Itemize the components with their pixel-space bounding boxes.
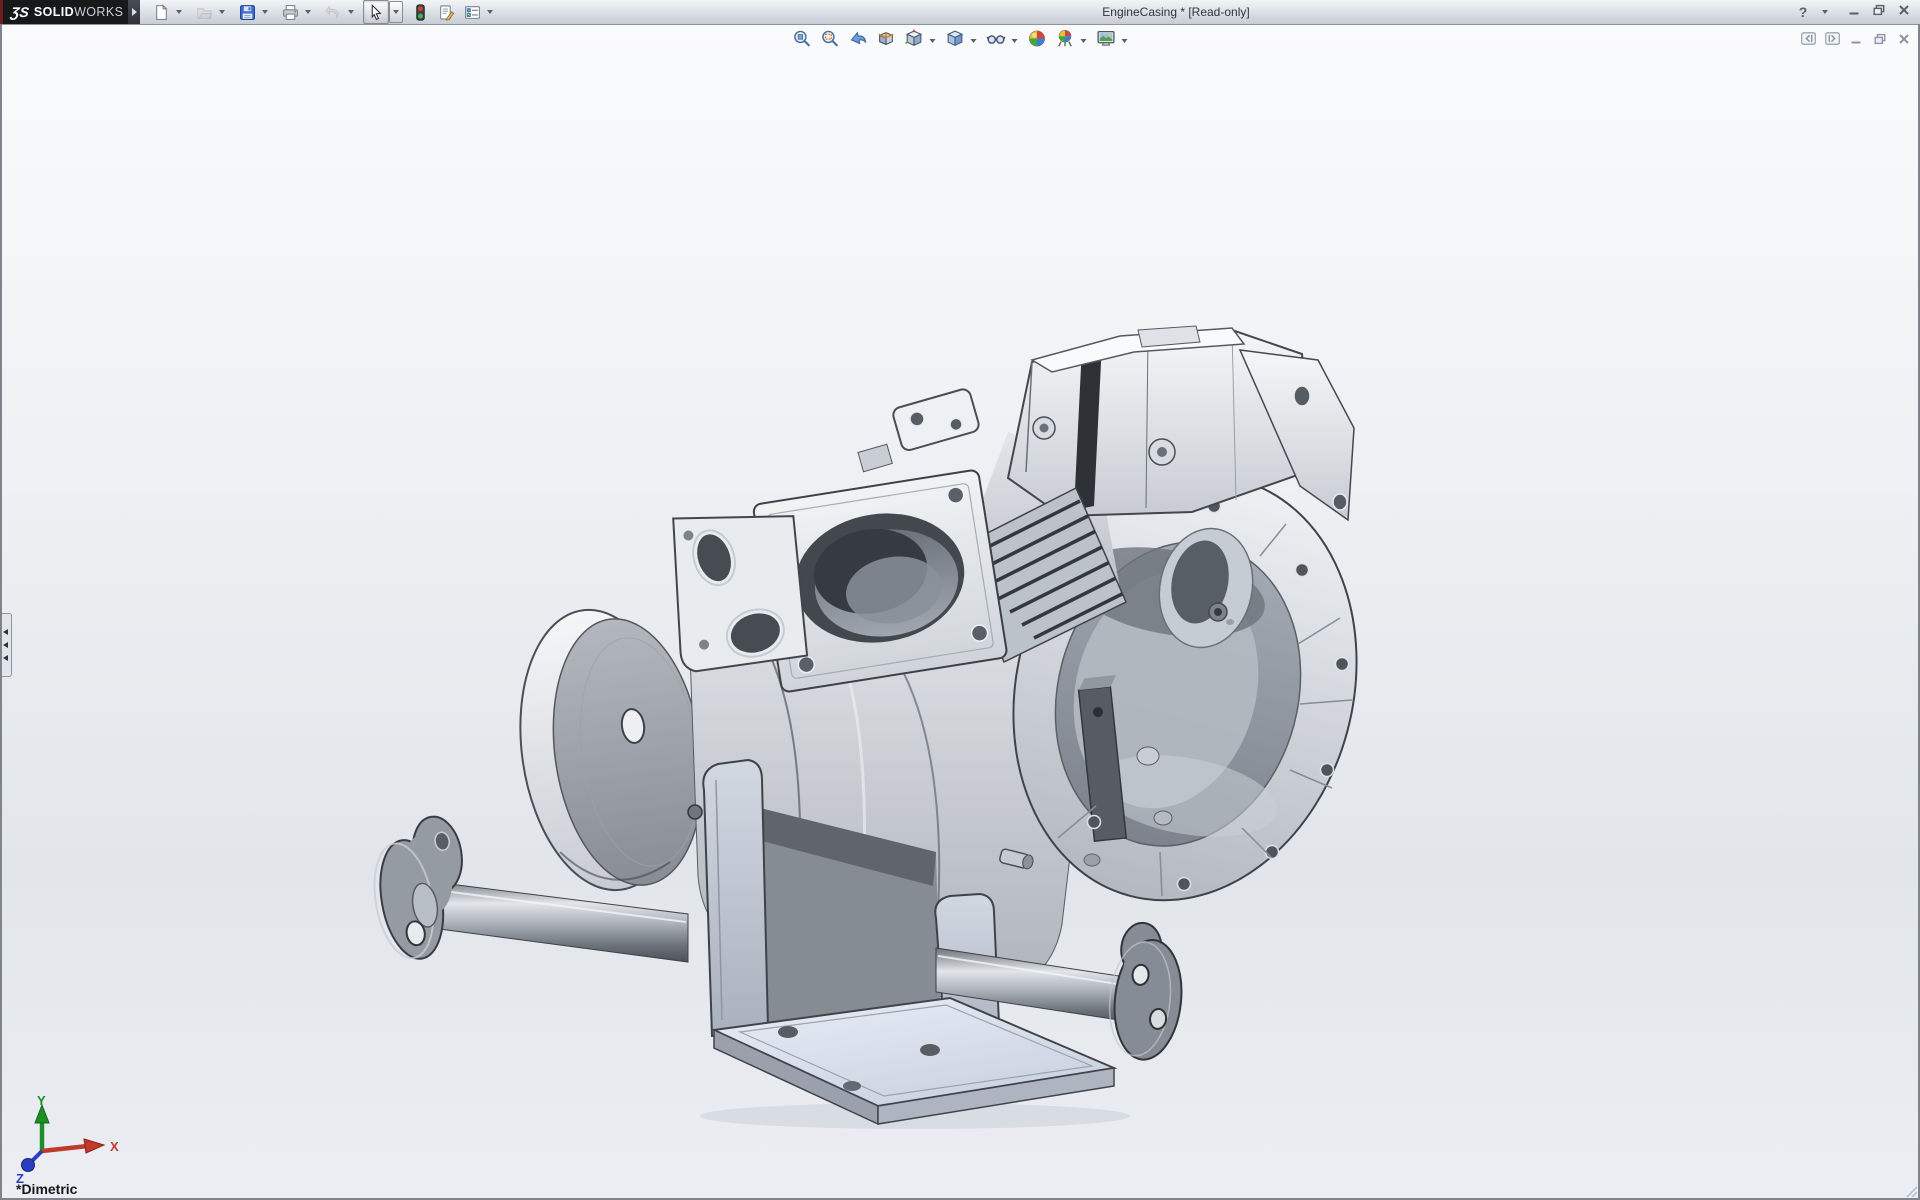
doc-minimize-button[interactable] [1848,31,1864,51]
close-window-icon [1897,3,1911,21]
previous-view-icon [848,29,867,53]
hide-show-items-icon [986,29,1005,53]
solidworks-window: ƷS SOLID WORKS EngineCasing * [Read-only… [0,0,1920,1200]
view-orientation-dropdown[interactable] [928,31,938,51]
new-document-icon [153,4,170,21]
triad-x-label: X [110,1139,119,1154]
rebuild-icon [412,4,429,21]
headsup-toolbar [788,28,1133,54]
options-button[interactable] [459,0,485,24]
edit-appearance-button[interactable] [1023,28,1051,54]
print-dropdown[interactable] [303,2,313,22]
model-bolt-head[interactable] [688,805,702,819]
graphics-viewport[interactable]: Y X Z *Dimetric [0,25,1920,1200]
save-icon [239,4,256,21]
engine-casing-model[interactable] [0,25,1920,1200]
apply-scene-button[interactable] [1051,28,1079,54]
undo-icon [325,4,342,21]
new-document-button[interactable] [148,0,174,24]
undo-dropdown[interactable] [346,2,356,22]
document-controls [1800,31,1912,51]
doc-restore-button[interactable] [1872,31,1888,51]
previous-view-button[interactable] [844,28,872,54]
open-document-button[interactable] [191,0,217,24]
zoom-to-area-icon [820,29,839,53]
window-border-left [0,24,2,1200]
collapse-arrow-icon [3,642,8,648]
help-menu-icon: ? [1799,4,1808,20]
brand-name-bold: SOLID [34,5,74,19]
view-orientation-button[interactable] [900,28,928,54]
section-view-button[interactable] [872,28,900,54]
view-orientation-icon [904,29,923,53]
view-settings-dropdown[interactable] [1120,31,1130,51]
brand-name-light: WORKS [74,5,123,19]
help-menu-dropdown[interactable] [1820,2,1830,22]
file-properties-icon [438,4,455,21]
help-menu-button[interactable]: ? [1795,2,1811,22]
model-upper-bracket[interactable] [849,388,983,472]
menu-expand-arrow-icon[interactable] [128,0,140,24]
display-style-button[interactable] [941,28,969,54]
zoom-to-fit-icon [792,29,811,53]
zoom-to-area-button[interactable] [816,28,844,54]
display-style-dropdown[interactable] [969,31,979,51]
select-icon [368,4,385,21]
doc-close-button[interactable] [1896,31,1912,51]
collapse-arrow-icon [3,655,8,661]
options-icon [464,4,481,21]
hide-show-items-button[interactable] [982,28,1010,54]
doc-restore-icon [1873,32,1887,50]
doc-close-icon [1897,32,1911,50]
dassault-logo-icon: ƷS [10,4,30,20]
view-orientation-label: *Dimetric [16,1181,77,1197]
open-document-dropdown[interactable] [217,2,227,22]
solidworks-logo[interactable]: ƷS SOLID WORKS [0,0,128,24]
view-settings-button[interactable] [1092,28,1120,54]
select-dropdown[interactable] [389,1,403,23]
minimize-window-icon [1847,3,1861,21]
options-dropdown[interactable] [485,2,495,22]
save-button[interactable] [234,0,260,24]
file-properties-button[interactable] [433,0,459,24]
restore-window-button[interactable] [1871,2,1887,22]
hide-show-items-dropdown[interactable] [1010,31,1020,51]
pane-right-icon [1825,32,1840,50]
print-icon [282,4,299,21]
print-button[interactable] [277,0,303,24]
orientation-triad: Y X Z [4,1093,144,1188]
edit-appearance-icon [1027,29,1046,53]
new-document-dropdown[interactable] [174,2,184,22]
resize-grip[interactable] [1903,1183,1917,1197]
titlebar-controls: ? [1795,0,1912,24]
select-button[interactable] [363,0,389,24]
pane-left-button[interactable] [1800,31,1816,51]
display-style-icon [945,29,964,53]
view-settings-icon [1096,29,1115,53]
section-view-icon [876,29,895,53]
undo-button[interactable] [320,0,346,24]
minimize-window-button[interactable] [1846,2,1862,22]
pane-left-icon [1801,32,1816,50]
apply-scene-dropdown[interactable] [1079,31,1089,51]
rebuild-button[interactable] [407,0,433,24]
zoom-to-fit-button[interactable] [788,28,816,54]
triad-y-label: Y [37,1093,46,1108]
model-manifold-bracket[interactable] [671,510,807,672]
window-title: EngineCasing * [Read-only] [1066,0,1286,24]
save-dropdown[interactable] [260,2,270,22]
doc-minimize-icon [1849,32,1863,50]
collapse-arrow-icon [3,629,8,635]
apply-scene-icon [1055,29,1074,53]
close-window-button[interactable] [1896,2,1912,22]
open-document-icon [196,4,213,21]
pane-right-button[interactable] [1824,31,1840,51]
main-toolbar [140,0,502,24]
restore-window-icon [1872,3,1886,21]
titlebar: ƷS SOLID WORKS EngineCasing * [Read-only… [0,0,1920,25]
